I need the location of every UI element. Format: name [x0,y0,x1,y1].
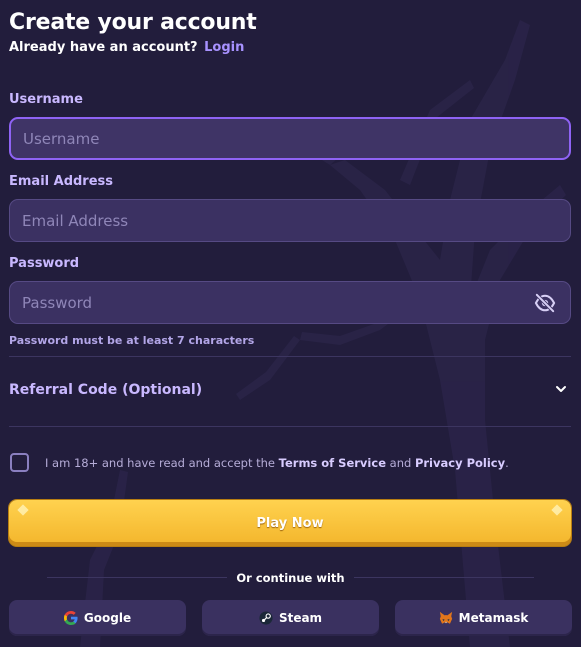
steam-label: Steam [278,611,323,625]
google-icon [63,611,78,625]
password-input[interactable] [10,282,570,323]
signup-page: Create your account Already have an acco… [0,0,581,647]
privacy-policy-link[interactable]: Privacy Policy [415,456,505,470]
google-label: Google [83,611,132,625]
email-label: Email Address [9,174,114,189]
referral-label: Referral Code (Optional) [9,382,203,398]
terms-text: I am 18+ and have read and accept the Te… [45,456,509,470]
sparkle-icon [551,504,563,516]
terms-suffix: . [505,456,509,470]
username-input[interactable] [11,119,569,158]
play-now-button[interactable]: Play Now [9,500,571,546]
divider [9,356,571,357]
email-field-container [9,199,571,242]
metamask-label: Metamask [458,611,529,625]
terms-of-service-link[interactable]: Terms of Service [279,456,386,470]
eye-off-icon[interactable] [534,293,556,313]
username-label: Username [9,92,83,107]
divider [9,426,571,427]
username-field-container [9,117,571,160]
terms-prefix: I am 18+ and have read and accept the [45,456,275,470]
steam-icon [259,611,273,625]
login-prompt-text: Already have an account? [9,40,198,55]
or-continue-text: Or continue with [236,571,345,585]
password-hint: Password must be at least 7 characters [9,334,255,347]
steam-login-button[interactable]: Steam [202,600,379,636]
metamask-login-button[interactable]: Metamask [395,600,572,636]
play-now-label: Play Now [256,515,324,531]
login-prompt: Already have an account? Login [9,40,244,55]
email-input[interactable] [10,200,570,241]
terms-checkbox[interactable] [10,453,29,472]
login-link[interactable]: Login [204,40,244,55]
referral-code-toggle[interactable]: Referral Code (Optional) [9,372,571,408]
password-field-container [9,281,571,324]
page-title: Create your account [9,10,257,35]
sparkle-icon [17,504,29,516]
terms-and: and [389,456,412,470]
password-label: Password [9,256,80,271]
google-login-button[interactable]: Google [9,600,186,636]
chevron-down-icon [556,386,566,392]
metamask-icon [439,611,452,624]
